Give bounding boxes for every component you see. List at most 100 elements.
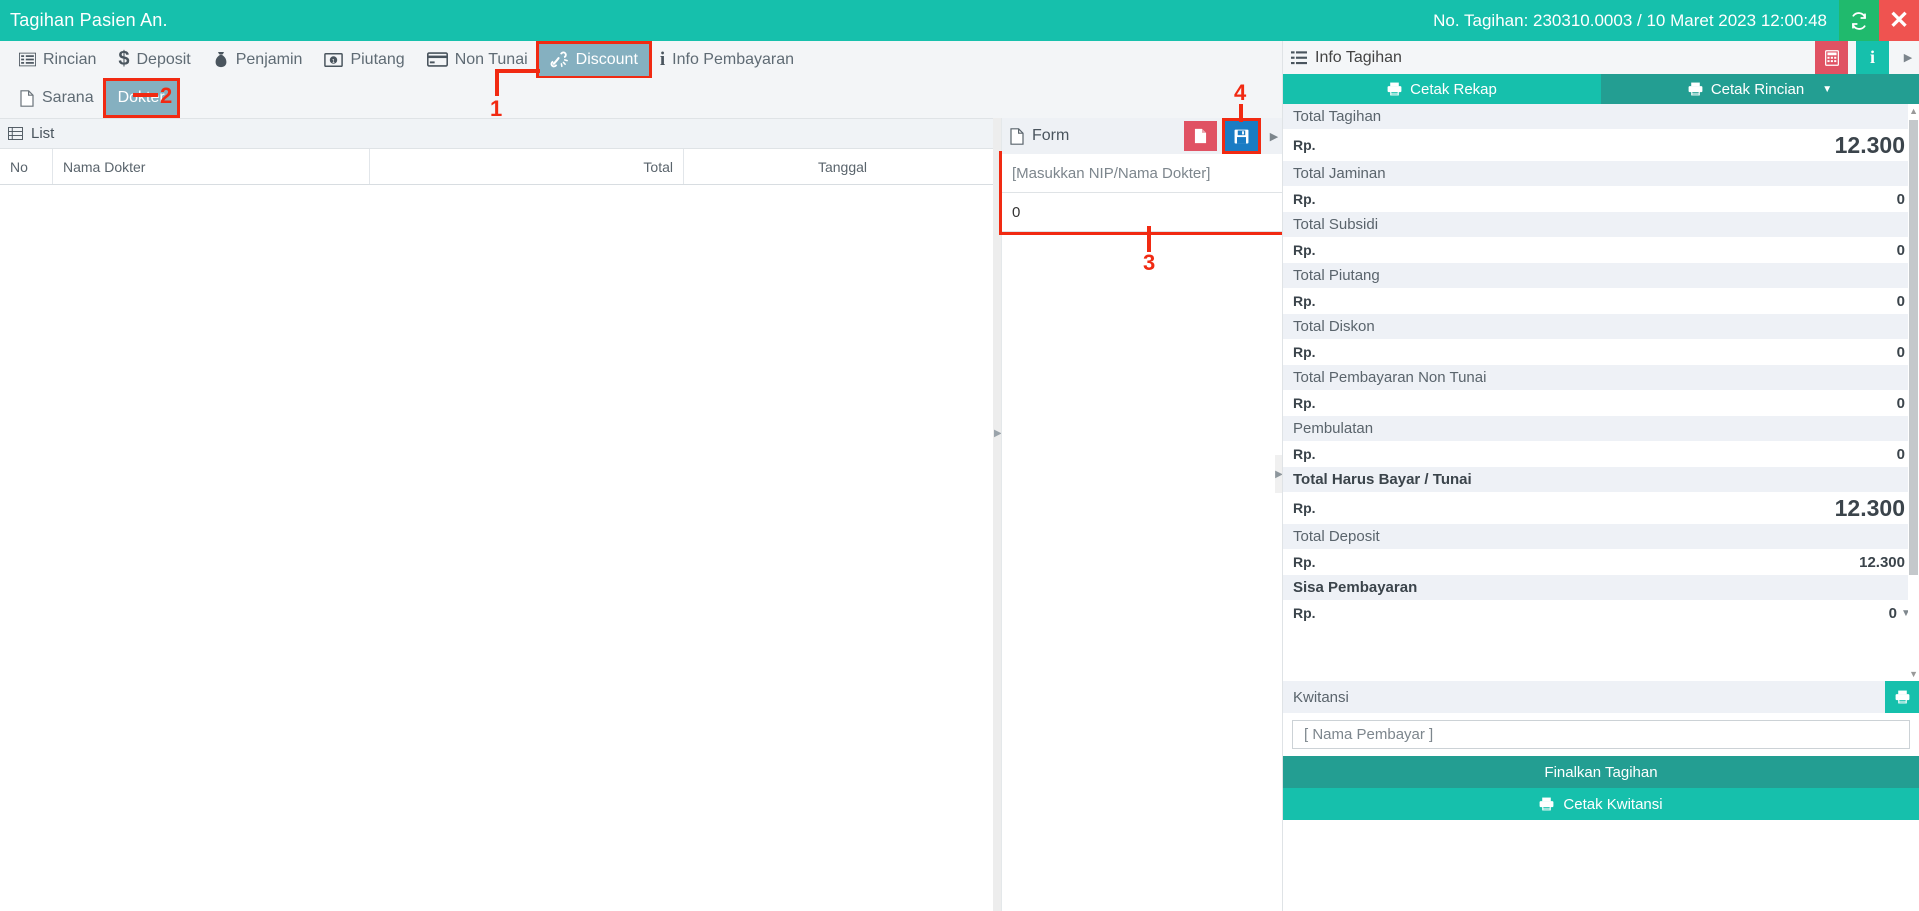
print-receipt-button[interactable]: Cetak Kwitansi: [1283, 788, 1919, 820]
refresh-icon[interactable]: [1839, 0, 1879, 41]
info-row-value: Rp. 0: [1283, 237, 1919, 263]
currency-label: Rp.: [1293, 446, 1316, 462]
creditcard-icon: [426, 52, 448, 67]
payer-name-placeholder: [ Nama Pembayar ]: [1304, 726, 1434, 743]
currency-label: Rp.: [1293, 242, 1316, 258]
payer-name-input[interactable]: [ Nama Pembayar ]: [1292, 720, 1910, 749]
finalize-bill-button[interactable]: Finalkan Tagihan: [1283, 756, 1919, 788]
info-row-value: Rp. 0: [1283, 186, 1919, 212]
save-disk-icon[interactable]: [1222, 118, 1261, 154]
list-table-header: No Nama Dokter Total Tanggal: [0, 149, 1001, 185]
toolbar-item-deposit[interactable]: $ Deposit: [107, 44, 201, 76]
caret-up-icon[interactable]: ▲: [1909, 106, 1918, 116]
list-icon: [1291, 50, 1307, 65]
title-bar: Tagihan Pasien An. No. Tagihan: 230310.0…: [0, 0, 1919, 41]
discount-amount-input[interactable]: 0: [1002, 193, 1282, 232]
amount-value: 0: [1896, 241, 1905, 259]
window-title: Tagihan Pasien An.: [10, 10, 168, 30]
close-icon[interactable]: ✕: [1879, 0, 1919, 41]
amount-value: 0: [1896, 445, 1905, 463]
annotation-4: 4: [1234, 80, 1247, 105]
form-panel: Form ▶ [Masukkan NIP/Nama Dokter] 0: [999, 118, 1285, 911]
info-row-label: Total Deposit: [1283, 524, 1919, 549]
toolbar-label: Info Pembayaran: [672, 50, 795, 68]
amount-value: 0: [1888, 604, 1897, 622]
column-header-tanggal[interactable]: Tanggal: [684, 149, 1001, 184]
subtab-label: Sarana: [42, 89, 94, 106]
currency-label: Rp.: [1293, 500, 1316, 516]
tab-label: Cetak Rincian: [1710, 80, 1805, 98]
toolbar-item-discount[interactable]: Discount: [535, 40, 652, 79]
kwitansi-label: Kwitansi: [1293, 688, 1349, 706]
caret-down-icon[interactable]: ▼: [1822, 84, 1832, 95]
vertical-splitter[interactable]: ▶: [993, 118, 1002, 911]
application-window: Tagihan Pasien An. No. Tagihan: 230310.0…: [0, 0, 1919, 911]
new-document-icon[interactable]: [1184, 121, 1217, 151]
printer-icon: [1688, 82, 1703, 96]
info-scrollbar[interactable]: ▲ ▼: [1908, 104, 1919, 681]
bill-number-label: No. Tagihan: 230310.0003 / 10 Maret 2023…: [1433, 10, 1827, 30]
info-row-value: Rp. 0: [1283, 390, 1919, 416]
currency-label: Rp.: [1293, 554, 1316, 570]
info-row-label: Total Jaminan: [1283, 161, 1919, 186]
currency-label: Rp.: [1293, 344, 1316, 360]
info-row-label: Total Piutang: [1283, 263, 1919, 288]
column-header-nama-dokter[interactable]: Nama Dokter: [53, 149, 370, 184]
toolbar-label: Non Tunai: [454, 50, 528, 68]
file-icon: [1010, 127, 1024, 145]
tab-cetak-rekap[interactable]: Cetak Rekap: [1283, 74, 1601, 104]
calculator-icon[interactable]: [1815, 41, 1848, 74]
column-header-total[interactable]: Total: [370, 149, 684, 184]
table-icon: [8, 127, 23, 140]
currency-label: Rp.: [1293, 293, 1316, 309]
file-icon: [20, 89, 34, 107]
banknote-icon: 1: [324, 52, 344, 67]
list-panel-header: List: [0, 119, 1001, 149]
annotation-1: 1: [490, 96, 503, 121]
svg-text:1: 1: [332, 58, 335, 64]
printer-icon[interactable]: [1885, 681, 1919, 713]
scrollbar-thumb[interactable]: [1909, 120, 1918, 575]
toolbar-item-piutang[interactable]: 1 Piutang: [313, 44, 415, 76]
toolbar-label: Rincian: [43, 50, 97, 68]
info-row-value: Rp. 12.300: [1283, 492, 1919, 524]
doctor-name-placeholder: [Masukkan NIP/Nama Dokter]: [1012, 164, 1211, 182]
subtab-sarana[interactable]: Sarana: [8, 81, 106, 115]
annotation-2-line: [133, 93, 158, 97]
caret-right-icon[interactable]: ▶: [1266, 130, 1282, 143]
column-header-no[interactable]: No: [0, 149, 53, 184]
toolbar-label: Piutang: [350, 50, 405, 68]
info-row-label: Total Subsidi: [1283, 212, 1919, 237]
moneybag-icon: [213, 51, 229, 68]
amount-value: 12.300: [1834, 494, 1905, 521]
payer-field-wrap: [ Nama Pembayar ]: [1283, 713, 1919, 756]
info-row-value: Rp. 0 ▼: [1283, 600, 1919, 626]
amount-value: 0: [1896, 190, 1905, 208]
info-row-value: Rp. 12.300: [1283, 549, 1919, 575]
toolbar-item-penjamin[interactable]: Penjamin: [202, 44, 314, 76]
list-panel: List No Nama Dokter Total Tanggal: [0, 118, 1001, 911]
list-icon: [19, 52, 36, 67]
annotation-3-line-v: [1147, 226, 1151, 252]
caret-down-icon[interactable]: ▼: [1909, 669, 1918, 679]
tab-cetak-rincian[interactable]: Cetak Rincian ▼: [1601, 74, 1919, 104]
toolbar-item-rincian[interactable]: Rincian: [8, 44, 107, 76]
print-receipt-label: Cetak Kwitansi: [1563, 795, 1663, 813]
info-icon[interactable]: i: [1856, 41, 1889, 74]
currency-label: Rp.: [1293, 137, 1316, 153]
toolbar-label: Penjamin: [235, 50, 303, 68]
info-row-label: Total Harus Bayar / Tunai: [1283, 467, 1919, 492]
caret-right-icon[interactable]: ▶: [1897, 51, 1919, 64]
discount-amount-value: 0: [1012, 203, 1021, 221]
toolbar-item-info-pembayaran[interactable]: i Info Pembayaran: [649, 44, 805, 76]
amount-value: 12.300: [1859, 553, 1905, 571]
info-row-label: Total Diskon: [1283, 314, 1919, 339]
dollar-icon: $: [118, 48, 130, 70]
doctor-name-input[interactable]: [Masukkan NIP/Nama Dokter]: [1002, 154, 1282, 193]
annotation-1-line-h: [495, 69, 540, 73]
info-rows-container: Total Tagihan Rp. 12.300 Total Jaminan Rp. 0 T…: [1283, 104, 1919, 681]
info-row-value: Rp. 0: [1283, 288, 1919, 314]
form-panel-title: Form: [1032, 127, 1070, 144]
currency-label: Rp.: [1293, 395, 1316, 411]
annotation-2: 2: [160, 83, 173, 108]
